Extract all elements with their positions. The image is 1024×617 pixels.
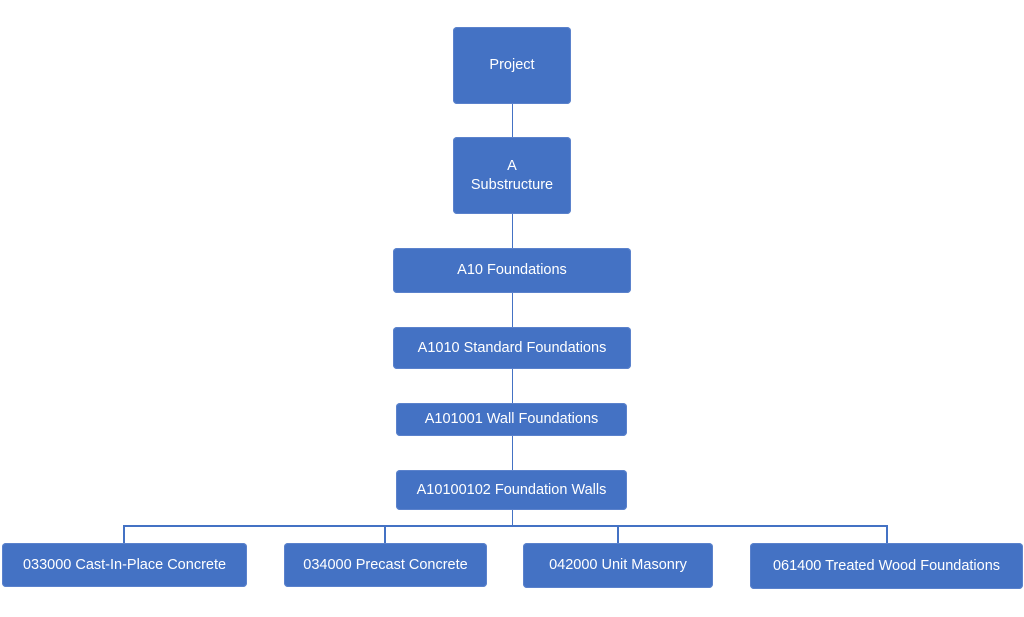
- node-label: 033000 Cast-In-Place Concrete: [22, 556, 227, 573]
- node-label: 034000 Precast Concrete: [303, 556, 468, 573]
- node-a1010-standard-foundations[interactable]: A1010 Standard Foundations: [393, 327, 631, 369]
- connector-a10-a1010: [511, 293, 513, 327]
- node-project[interactable]: Project: [453, 27, 571, 104]
- node-label: A10100102 Foundation Walls: [416, 481, 607, 498]
- connector-bus-061400: [886, 525, 888, 543]
- connector-bus-033000: [123, 525, 125, 543]
- node-034000-precast-concrete[interactable]: 034000 Precast Concrete: [284, 543, 487, 587]
- connector-a101001-a10100102: [511, 436, 513, 470]
- node-033000-cast-in-place-concrete[interactable]: 033000 Cast-In-Place Concrete: [2, 543, 247, 587]
- node-label-line1: A: [507, 157, 517, 174]
- connector-a10100102-bus: [511, 510, 513, 526]
- node-a101001-wall-foundations[interactable]: A101001 Wall Foundations: [396, 403, 627, 436]
- connector-a-a10: [511, 214, 513, 248]
- connector-a1010-a101001: [511, 369, 513, 403]
- connector-bus-034000: [384, 525, 386, 543]
- node-a10-foundations[interactable]: A10 Foundations: [393, 248, 631, 293]
- node-label: A10 Foundations: [457, 262, 567, 278]
- node-a10100102-foundation-walls[interactable]: A10100102 Foundation Walls: [396, 470, 627, 510]
- node-label: 061400 Treated Wood Foundations: [772, 557, 1001, 574]
- node-label: 042000 Unit Masonry: [549, 557, 687, 573]
- node-a-substructure[interactable]: A Substructure: [453, 137, 571, 214]
- node-label: A1010 Standard Foundations: [417, 339, 607, 356]
- connector-bus-042000: [617, 525, 619, 543]
- connector-project-a: [511, 104, 513, 138]
- node-042000-unit-masonry[interactable]: 042000 Unit Masonry: [523, 543, 713, 588]
- node-label-line2: Substructure: [470, 176, 554, 193]
- node-061400-treated-wood-foundations[interactable]: 061400 Treated Wood Foundations: [750, 543, 1023, 589]
- connector-bus-horizontal: [123, 525, 887, 527]
- node-label: A101001 Wall Foundations: [424, 411, 599, 427]
- node-label: Project: [489, 57, 535, 73]
